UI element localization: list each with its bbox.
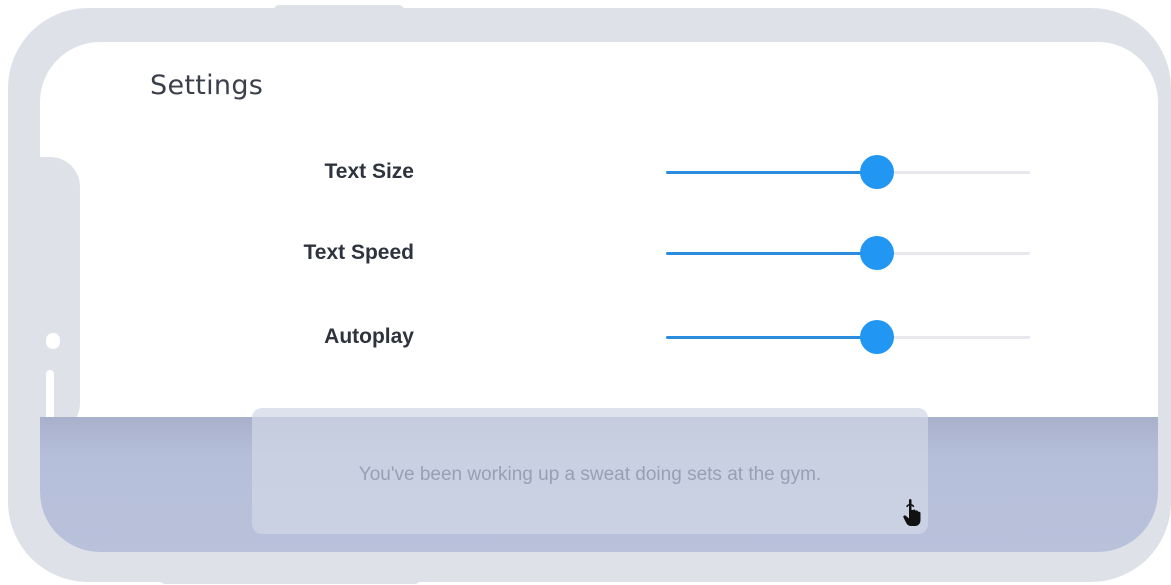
text-size-label: Text Size [324, 160, 414, 183]
dialog-text: You've been working up a sweat doing set… [358, 464, 822, 485]
phone-bottom-button [160, 574, 420, 584]
slider-thumb[interactable] [860, 236, 895, 270]
setting-row-text-speed: Text Speed [40, 233, 1158, 273]
slider-fill [666, 336, 878, 339]
text-speed-label: Text Speed [303, 241, 414, 264]
slider-thumb[interactable] [860, 320, 895, 354]
slider-thumb[interactable] [860, 155, 895, 189]
text-speed-slider[interactable] [666, 233, 1030, 273]
dialog-panel: You've been working up a sweat doing set… [40, 408, 1158, 552]
screen-notch-cutout [40, 157, 80, 452]
autoplay-label: Autoplay [324, 325, 414, 348]
setting-row-autoplay: Autoplay [40, 317, 1158, 357]
phone-top-button [274, 5, 404, 15]
autoplay-slider[interactable] [666, 317, 1030, 357]
text-size-slider[interactable] [666, 152, 1030, 192]
slider-fill [666, 252, 878, 255]
phone-screen: Settings Text Size Text Speed Autoplay Y… [40, 42, 1158, 552]
pointing-hand-icon [903, 499, 921, 526]
slider-fill [666, 171, 878, 174]
settings-title: Settings [150, 70, 264, 101]
dialog-box[interactable]: You've been working up a sweat doing set… [252, 408, 928, 534]
setting-row-text-size: Text Size [40, 152, 1158, 192]
